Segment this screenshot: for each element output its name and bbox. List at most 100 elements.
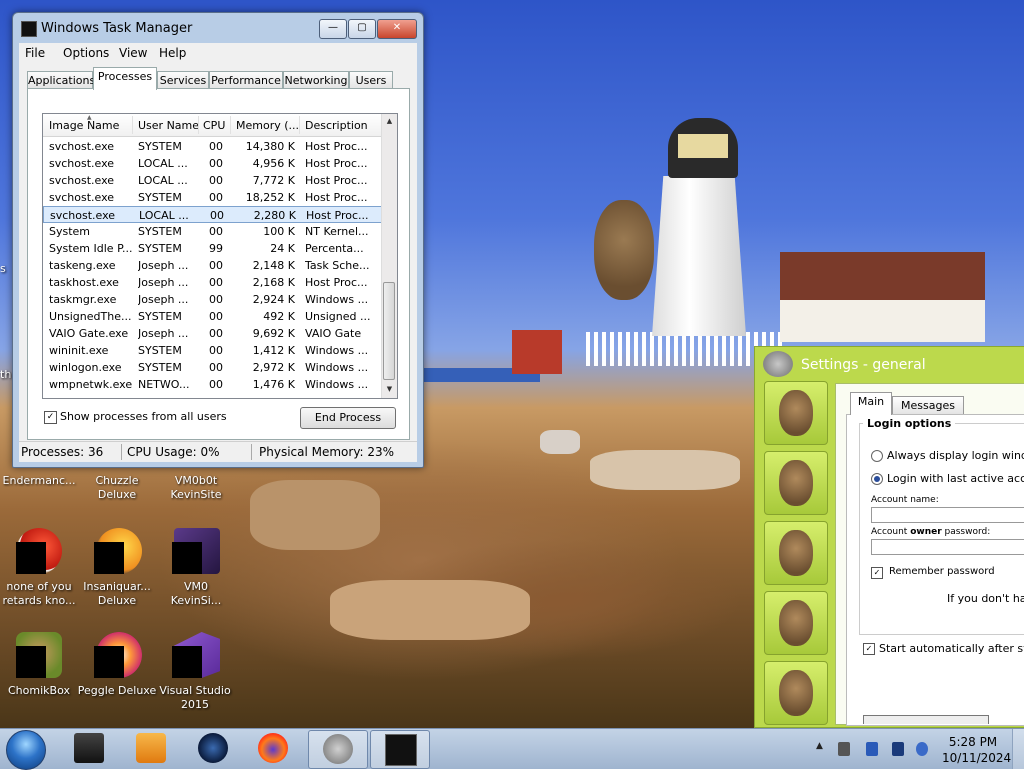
hamster-headphones-icon xyxy=(779,600,813,646)
tray-volume-icon[interactable] xyxy=(916,742,928,756)
tab-users[interactable]: Users xyxy=(349,71,393,89)
tab-applications[interactable]: Applications xyxy=(27,71,95,89)
tab-main[interactable]: Main xyxy=(850,392,892,415)
login-last-active-radio[interactable] xyxy=(871,473,883,485)
task-manager-window[interactable]: Windows Task Manager — ▢ ✕ File Options … xyxy=(12,12,424,468)
title-bar[interactable]: Windows Task Manager — ▢ ✕ xyxy=(13,13,423,45)
maximize-button[interactable]: ▢ xyxy=(348,19,376,39)
remember-password-checkbox[interactable]: ✓ xyxy=(871,567,883,579)
login-last-active-label[interactable]: Login with last active accou xyxy=(887,472,1024,485)
remember-password-label[interactable]: Remember password xyxy=(889,566,995,577)
column-cpu[interactable]: CPU xyxy=(203,119,231,132)
status-separator xyxy=(251,444,252,460)
table-row[interactable]: svchost.exe SYSTEM 00 14,380 K Host Proc... xyxy=(43,138,383,155)
account-name-field[interactable] xyxy=(871,507,1024,523)
column-memory[interactable]: Memory (... xyxy=(236,119,300,132)
close-button[interactable]: ✕ xyxy=(377,19,417,39)
scrollbar-thumb[interactable] xyxy=(383,282,395,380)
tab-networking[interactable]: Networking xyxy=(283,71,349,89)
tray-device-icon[interactable] xyxy=(838,742,850,756)
cell-desc: Host Proc... xyxy=(305,276,368,289)
taskbar-settings-button[interactable] xyxy=(308,730,368,769)
tab-messages[interactable]: Messages xyxy=(892,396,964,415)
cell-desc: Windows ... xyxy=(305,344,369,357)
partial-button[interactable] xyxy=(863,715,989,724)
taskbar-task-manager-button[interactable] xyxy=(370,730,430,769)
start-automatically-label[interactable]: Start automatically after syster xyxy=(879,642,1024,655)
desktop-icon-label: VM0b0t xyxy=(174,474,218,487)
tab-processes[interactable]: Processes xyxy=(93,67,157,90)
end-process-button[interactable]: End Process xyxy=(300,407,396,429)
column-separator xyxy=(299,116,300,134)
minimize-button[interactable]: — xyxy=(319,19,347,39)
firefox-icon[interactable] xyxy=(258,733,288,763)
taskbar-clock[interactable]: 5:28 PM 10/11/2024 xyxy=(942,734,1011,766)
cell-user: SYSTEM xyxy=(138,310,182,323)
column-description[interactable]: Description xyxy=(305,119,381,132)
show-desktop-button[interactable] xyxy=(1012,729,1024,769)
table-row[interactable]: System SYSTEM 00 100 K NT Kernel... xyxy=(43,223,383,240)
wallpaper-lighthouse xyxy=(652,176,746,336)
check-mark-icon: ✓ xyxy=(865,644,873,653)
sidebar-download-button[interactable] xyxy=(764,661,828,725)
column-image-name[interactable]: Image Name xyxy=(49,119,133,132)
always-display-login-radio[interactable] xyxy=(871,450,883,462)
scroll-up-arrow-icon[interactable]: ▲ xyxy=(383,114,396,128)
cell-name: System Idle P... xyxy=(49,242,133,255)
desktop-icon-label: Chuzzle xyxy=(95,474,139,487)
show-all-users-checkbox[interactable]: ✓ xyxy=(44,411,57,424)
cell-mem: 2,148 K xyxy=(252,259,295,272)
cell-cpu: 00 xyxy=(209,191,223,204)
table-row[interactable]: wininit.exe SYSTEM 00 1,412 K Windows ... xyxy=(43,342,383,359)
sidebar-connection-button[interactable] xyxy=(764,521,828,585)
table-row[interactable]: taskmgr.exe Joseph ... 00 2,924 K Windows ..… xyxy=(43,291,383,308)
globe-icon[interactable] xyxy=(198,733,228,763)
start-button[interactable] xyxy=(6,730,46,770)
cell-desc: VAIO Gate xyxy=(305,327,362,340)
tab-services[interactable]: Services xyxy=(157,71,209,89)
table-row[interactable]: svchost.exe LOCAL ... 00 7,772 K Host Proc..… xyxy=(43,172,383,189)
menu-options[interactable]: Options xyxy=(63,46,109,60)
table-row[interactable]: System Idle P... SYSTEM 99 24 K Percenta... xyxy=(43,240,383,257)
start-automatically-checkbox[interactable]: ✓ xyxy=(863,643,875,655)
process-list[interactable]: ▲ Image Name User Name CPU Memory (... D… xyxy=(42,113,398,399)
table-row[interactable]: svchost.exe LOCAL ... 00 2,280 K Host Proc..… xyxy=(43,206,383,223)
table-row[interactable]: svchost.exe SYSTEM 00 18,252 K Host Proc... xyxy=(43,189,383,206)
tray-network-icon[interactable] xyxy=(866,742,878,756)
sidebar-appearance-button[interactable] xyxy=(764,451,828,515)
desktop-icon-label: Peggle Deluxe xyxy=(77,684,157,697)
menu-file[interactable]: File xyxy=(25,46,45,60)
cell-cpu: 00 xyxy=(209,327,223,340)
show-hidden-icons-arrow[interactable]: ▲ xyxy=(816,741,823,751)
table-row[interactable]: svchost.exe LOCAL ... 00 4,956 K Host Proc..… xyxy=(43,155,383,172)
process-list-scrollbar[interactable]: ▲ ▼ xyxy=(381,114,397,398)
taskbar-app-dark-icon[interactable] xyxy=(74,733,104,763)
gear-icon xyxy=(323,734,353,764)
always-display-login-label[interactable]: Always display login window xyxy=(887,449,1024,462)
table-row[interactable]: taskeng.exe Joseph ... 00 2,148 K Task Sche.… xyxy=(43,257,383,274)
menu-view[interactable]: View xyxy=(119,46,147,60)
sidebar-general-button[interactable] xyxy=(764,381,828,445)
scroll-down-arrow-icon[interactable]: ▼ xyxy=(383,382,396,396)
settings-general-window[interactable]: Settings - general Main Messages Login o… xyxy=(754,346,1024,728)
desktop-icon-label: Endermanc... xyxy=(2,474,76,487)
desktop-icon-label: VM0 xyxy=(183,580,208,593)
desktop-beaver-mascot[interactable] xyxy=(594,200,654,300)
tray-monitor-icon[interactable] xyxy=(892,742,904,756)
menu-help[interactable]: Help xyxy=(159,46,186,60)
cell-name: System xyxy=(49,225,91,238)
table-row[interactable]: UnsignedThe... SYSTEM 00 492 K Unsigned ... xyxy=(43,308,383,325)
sidebar-sound-button[interactable] xyxy=(764,591,828,655)
column-separator xyxy=(198,116,199,134)
show-all-users-label[interactable]: Show processes from all users xyxy=(60,410,227,423)
media-player-icon[interactable] xyxy=(136,733,166,763)
table-row[interactable]: VAIO Gate.exe Joseph ... 00 9,692 K VAIO Gat… xyxy=(43,325,383,342)
table-row[interactable]: wmpnetwk.exe NETWO... 00 1,476 K Windows ... xyxy=(43,376,383,393)
owner-password-field[interactable] xyxy=(871,539,1024,555)
column-user-name[interactable]: User Name xyxy=(138,119,200,132)
table-row[interactable]: taskhost.exe Joseph ... 00 2,168 K Host Proc… xyxy=(43,274,383,291)
tab-performance[interactable]: Performance xyxy=(209,71,283,89)
redacted-box xyxy=(16,646,46,678)
processes-panel: ▲ Image Name User Name CPU Memory (... D… xyxy=(27,88,410,440)
table-row[interactable]: winlogon.exe SYSTEM 00 2,972 K Windows ... xyxy=(43,359,383,376)
